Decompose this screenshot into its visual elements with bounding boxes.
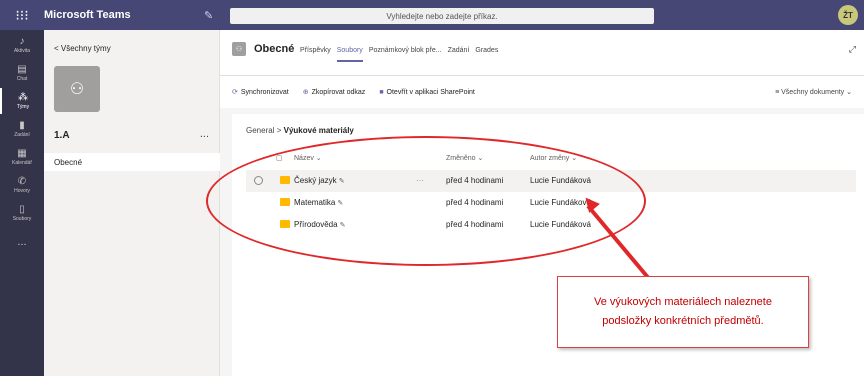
breadcrumb-separator: > [276,126,282,135]
link-icon: ⊕ [302,89,309,96]
rail-label: Aktivita [13,47,31,54]
copy-link-label: Zkopírovat odkaz [311,89,366,96]
tab-files[interactable]: Soubory [336,47,363,62]
avatar[interactable]: ŽT [838,5,858,25]
phone-icon: ✆ [17,175,27,187]
channel-tabs: Příspěvky Soubory Poznámkový blok pře...… [300,47,498,62]
all-documents-label: Všechny dokumenty [781,89,845,96]
rail-item-chat[interactable]: ▤ Chat [0,60,44,86]
chevron-down-icon: ⌄ [844,89,852,96]
sync-button[interactable]: ⟳ Synchronizovat [232,88,289,96]
rail-item-files[interactable]: ▯ Soubory [0,200,44,226]
top-bar: ⁝⁝⁝ Microsoft Teams ✎ Vyhledejte nebo za… [0,0,864,30]
annotation-line-2: podsložky konkrétních předmětů. [602,315,764,327]
rail-item-calendar[interactable]: ▦ Kalendář [0,144,44,170]
copy-link-button[interactable]: ⊕ Zkopírovat odkaz [303,88,366,96]
team-avatar-icon: ⚇ [54,66,100,112]
tab-notebook[interactable]: Poznámkový blok pře... [369,47,442,62]
breadcrumb: General > Výukové materiály [246,126,354,135]
files-toolbar: ⟳ Synchronizovat ⊕ Zkopírovat odkaz ■ Otevř… [220,76,864,108]
sync-label: Synchronizovat [240,89,289,96]
app-title: Microsoft Teams [44,9,131,21]
open-sharepoint-label: Otevřít v aplikaci SharePoint [386,88,475,96]
channel-header: ⚇ Obecné Příspěvky Soubory Poznámkový bl… [220,30,864,76]
all-documents-dropdown[interactable]: ≡ Všechny dokumenty ⌄ [775,88,852,96]
back-to-all-teams-link[interactable]: < Všechny týmy [54,44,111,53]
breadcrumb-current: Výukové materiály [283,126,354,135]
chat-icon: ▤ [17,63,27,75]
search-input[interactable]: Vyhledejte nebo zadejte příkaz. [230,8,654,24]
breadcrumb-root[interactable]: General [246,126,274,135]
rail-label: Chat [16,75,28,82]
rail-item-activity[interactable]: ♪ Aktivita [0,32,44,58]
more-apps-icon[interactable]: ... [0,236,44,248]
app-launcher-icon[interactable]: ⁝⁝⁝ [0,0,44,30]
team-more-options-icon[interactable]: ... [200,128,209,140]
open-sharepoint-button[interactable]: ■ Otevřít v aplikaci SharePoint [379,89,475,96]
teams-icon: ⁂ [18,91,28,103]
channel-title: Obecné [254,43,295,55]
annotation-note: Ve výukových materiálech naleznete podsl… [557,276,809,348]
sync-icon: ⟳ [232,89,238,96]
files-icon: ▯ [19,203,25,215]
rail-label: Soubory [12,215,32,222]
channel-item-general[interactable]: Obecné [44,153,220,171]
app-rail: ♪ Aktivita ▤ Chat ⁂ Týmy ▮ Zadání ▦ Kale… [0,30,44,376]
rail-item-assignments[interactable]: ▮ Zadání [0,116,44,142]
rail-label: Hovory [14,187,30,194]
expand-icon[interactable]: ⤢ [849,44,856,55]
bell-icon: ♪ [19,35,25,47]
rail-item-teams[interactable]: ⁂ Týmy [0,88,44,114]
tab-assignments[interactable]: Zadání [448,47,470,62]
channel-label: Obecné [54,157,83,167]
teams-panel: < Všechny týmy ⚇ 1.A ... Obecné [44,30,220,376]
rail-item-calls[interactable]: ✆ Hovory [0,172,44,198]
sharepoint-icon: ■ [379,88,384,96]
tab-grades[interactable]: Grades [475,47,498,62]
channel-icon: ⚇ [232,42,246,56]
new-chat-icon[interactable]: ✎ [204,9,218,22]
rail-label: Týmy [16,103,30,110]
calendar-icon: ▦ [17,147,27,159]
assignments-icon: ▮ [19,119,25,131]
team-name: 1.A [54,130,70,141]
tab-posts[interactable]: Příspěvky [300,47,331,62]
rail-label: Kalendář [11,159,32,166]
rail-label: Zadání [14,131,30,138]
annotation-line-1: Ve výukových materiálech naleznete [594,296,772,309]
